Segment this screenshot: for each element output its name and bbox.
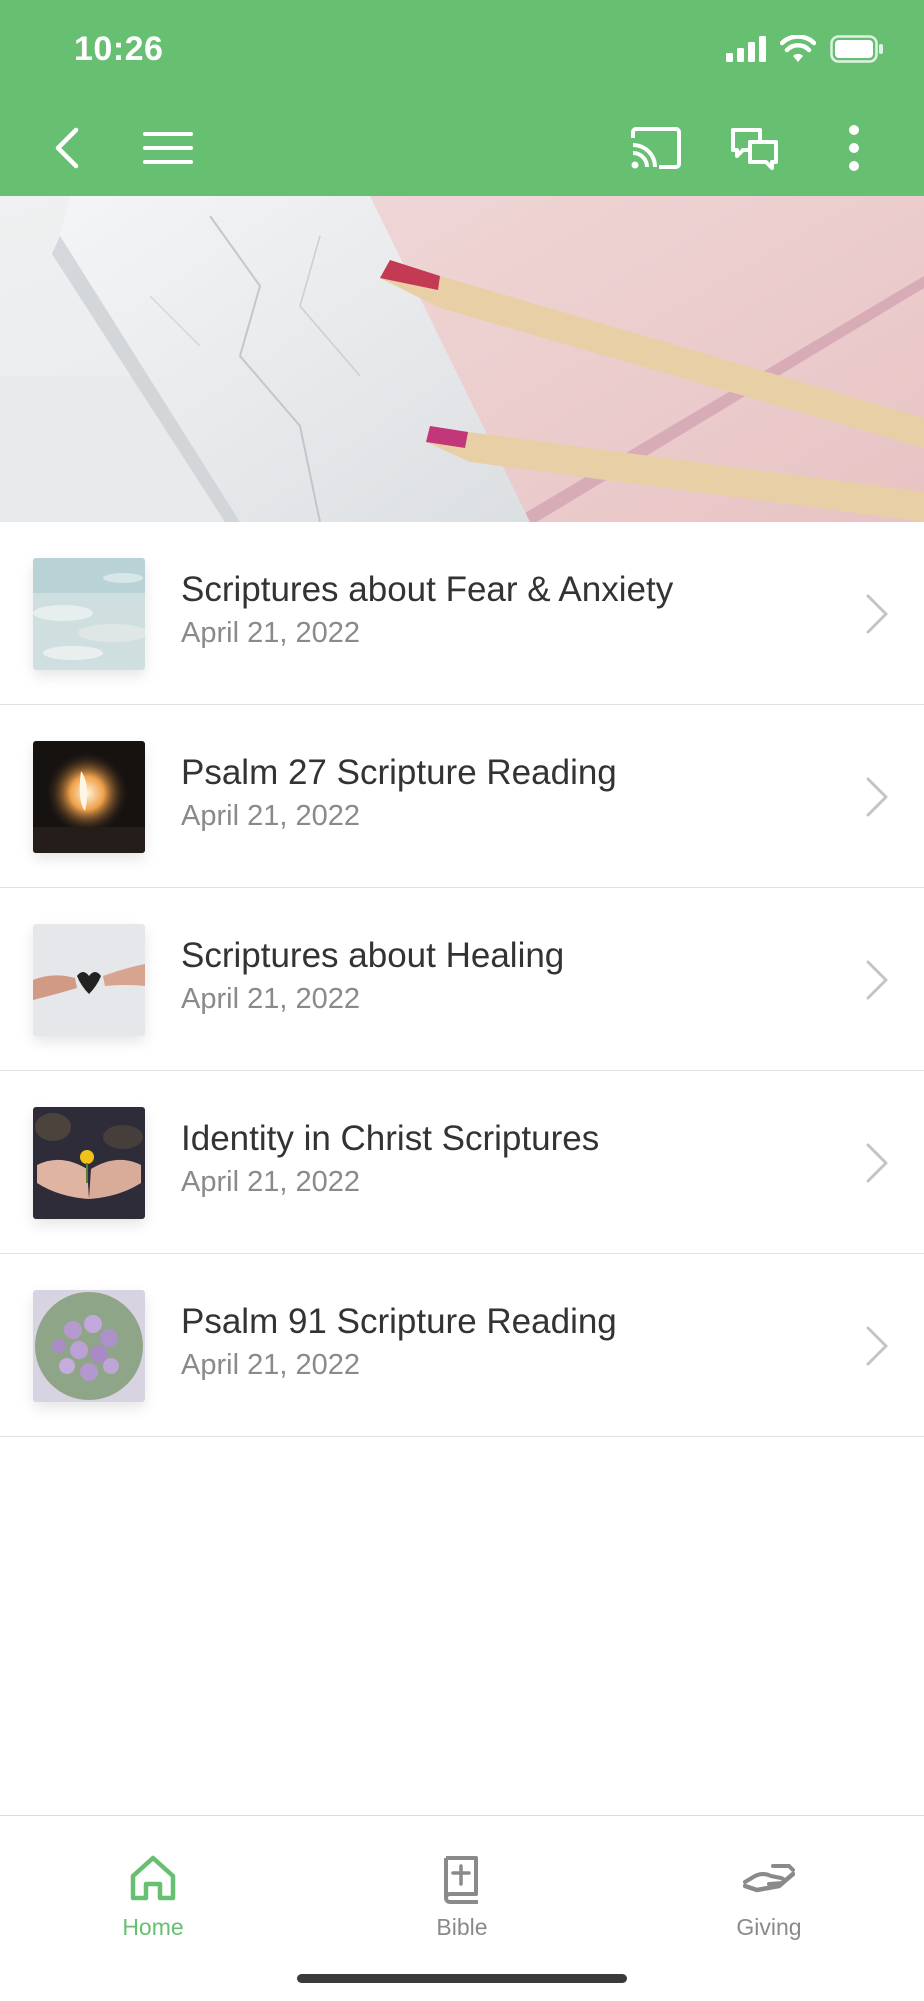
status-time: 10:26 — [74, 30, 164, 68]
tab-home[interactable]: Home — [53, 1834, 253, 1944]
item-date: April 21, 2022 — [181, 800, 360, 832]
home-icon — [130, 1855, 176, 1901]
chevron-right-icon — [866, 594, 888, 634]
list-item[interactable]: Identity in Christ Scriptures April 21, … — [0, 1071, 924, 1254]
chevron-right-icon — [866, 1326, 888, 1366]
more-options-button[interactable] — [824, 118, 884, 178]
thumbnail-hands-heart — [33, 924, 145, 1036]
bible-icon — [444, 1856, 478, 1904]
list-item[interactable]: Scriptures about Fear & Anxiety April 21… — [0, 522, 924, 705]
chat-icon — [731, 128, 778, 170]
menu-icon — [143, 132, 193, 164]
cellular-signal-icon — [726, 36, 766, 62]
item-title: Psalm 91 Scripture Reading — [181, 1302, 617, 1341]
list-item[interactable]: Scriptures about Healing April 21, 2022 — [0, 888, 924, 1071]
thumbnail-cave-light — [33, 741, 145, 853]
cast-button[interactable] — [626, 118, 686, 178]
giving-hand-icon — [743, 1864, 795, 1893]
chat-button[interactable] — [725, 118, 785, 178]
battery-icon — [830, 35, 883, 63]
chevron-right-icon — [866, 960, 888, 1000]
tab-bible-label: Bible — [436, 1914, 488, 1940]
cast-icon — [631, 127, 681, 169]
item-title: Scriptures about Fear & Anxiety — [181, 570, 674, 609]
chevron-right-icon — [866, 777, 888, 817]
menu-button[interactable] — [138, 118, 198, 178]
home-indicator — [297, 1974, 627, 1983]
item-date: April 21, 2022 — [181, 983, 360, 1015]
thumbnail-water — [33, 558, 145, 670]
list-item[interactable]: Psalm 27 Scripture Reading April 21, 202… — [0, 705, 924, 888]
item-title: Identity in Christ Scriptures — [181, 1119, 600, 1158]
item-title: Scriptures about Healing — [181, 936, 565, 975]
item-date: April 21, 2022 — [181, 1349, 360, 1381]
thumbnail-hands-flower — [33, 1107, 145, 1219]
more-vertical-icon — [849, 125, 859, 171]
back-button[interactable] — [38, 118, 98, 178]
item-date: April 21, 2022 — [181, 1166, 360, 1198]
list-item[interactable]: Psalm 91 Scripture Reading April 21, 202… — [0, 1254, 924, 1437]
item-date: April 21, 2022 — [181, 617, 360, 649]
tab-bible[interactable]: Bible — [362, 1834, 562, 1944]
thumbnail-tulip-bouquet — [33, 1290, 145, 1402]
app-header: 10:26 — [0, 0, 924, 196]
back-arrow-icon — [55, 127, 79, 169]
tab-home-label: Home — [122, 1914, 184, 1940]
wifi-icon — [780, 35, 816, 62]
hero-image — [0, 196, 924, 522]
chevron-right-icon — [866, 1143, 888, 1183]
status-icons — [726, 34, 884, 64]
scripture-list: Scriptures about Fear & Anxiety April 21… — [0, 522, 924, 1437]
tab-giving-label: Giving — [736, 1914, 802, 1940]
item-title: Psalm 27 Scripture Reading — [181, 753, 617, 792]
tab-giving[interactable]: Giving — [669, 1834, 869, 1944]
